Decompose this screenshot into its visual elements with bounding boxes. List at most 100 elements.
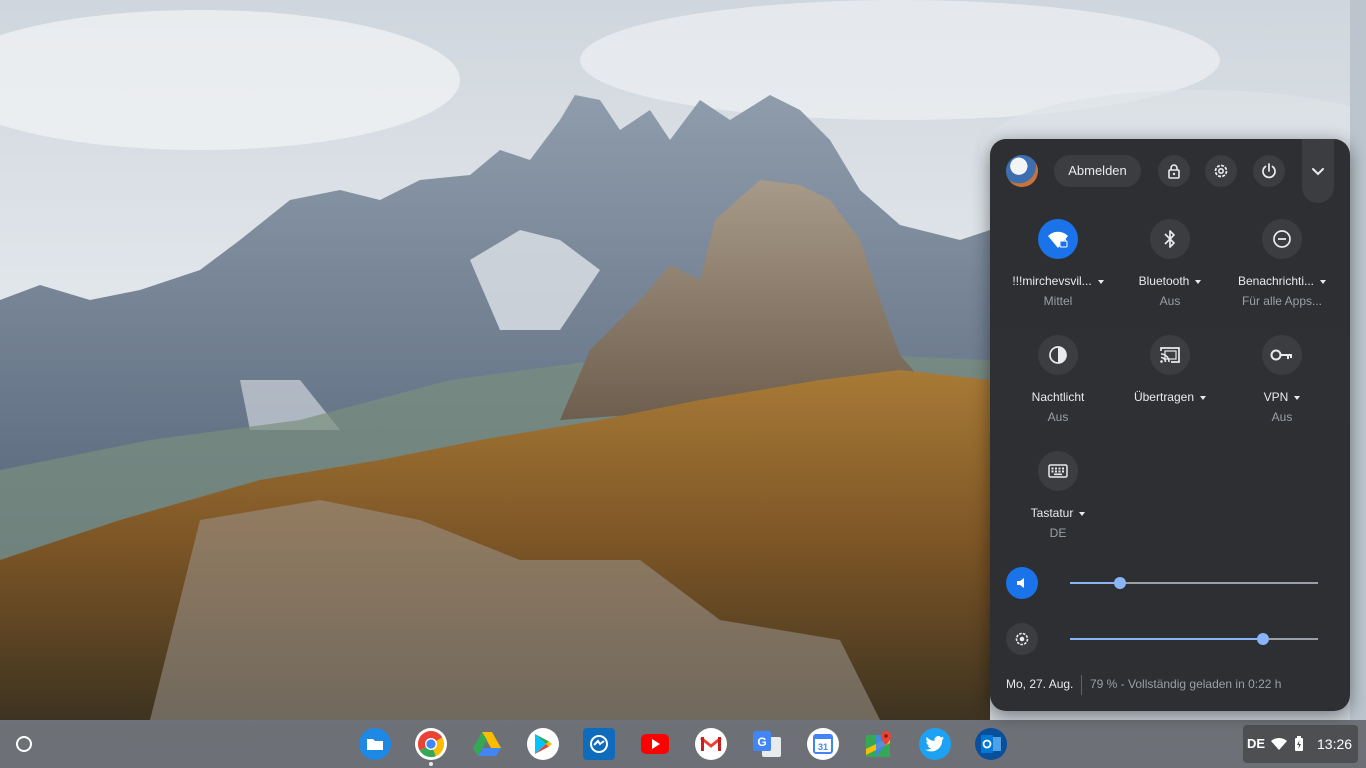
shelf: G 31 DE 13:26: [0, 720, 1366, 768]
mute-button[interactable]: [1006, 567, 1038, 599]
do-not-disturb-icon: [1273, 230, 1291, 248]
collapse-button[interactable]: [1302, 139, 1334, 203]
sign-out-button[interactable]: Abmelden: [1054, 155, 1141, 187]
brightness-icon: [1015, 632, 1029, 646]
gmail-app[interactable]: [695, 728, 727, 760]
brightness-slider[interactable]: [1070, 633, 1318, 645]
youtube-app[interactable]: [639, 728, 671, 760]
brightness-slider-fill: [1070, 638, 1264, 640]
date-label[interactable]: Mo, 27. Aug.: [1006, 677, 1073, 691]
night-light-icon: [1049, 346, 1067, 364]
calendar-app[interactable]: 31: [807, 728, 839, 760]
youtube-icon: [641, 734, 669, 754]
speaker-icon: [1017, 578, 1024, 588]
bluetooth-status: Aus: [1159, 294, 1181, 308]
brightness-slider-thumb[interactable]: [1257, 633, 1270, 645]
cast-icon: [1160, 347, 1180, 363]
caret-down-icon: [1320, 279, 1327, 284]
caret-down-icon: [1079, 511, 1086, 516]
battery-status[interactable]: 79 % - Vollständig geladen in 0:22 h: [1090, 677, 1281, 691]
outlook-icon: [981, 735, 1001, 753]
bluetooth-label[interactable]: Bluetooth: [1114, 273, 1226, 289]
battery-charging-icon: [1294, 736, 1304, 756]
translate-app[interactable]: G: [751, 728, 783, 760]
maps-app[interactable]: [863, 728, 895, 760]
volume-row: [990, 563, 1350, 603]
keyboard-toggle[interactable]: [1038, 451, 1078, 491]
svg-text:G: G: [757, 735, 766, 749]
chevron-down-icon: [1312, 168, 1324, 176]
vpn-key-icon: [1270, 349, 1292, 361]
clock: 13:26: [1317, 736, 1353, 752]
volume-slider-fill: [1070, 582, 1120, 584]
lock-icon: [1168, 164, 1180, 179]
status-area[interactable]: DE 13:26: [1243, 725, 1358, 763]
svg-text:31: 31: [818, 742, 828, 752]
quick-settings-footer: Mo, 27. Aug. 79 % - Vollständig geladen …: [1006, 675, 1334, 695]
vpn-status: Aus: [1271, 410, 1293, 424]
quick-settings-top-row: Abmelden: [990, 139, 1350, 203]
network-toggle[interactable]: [1038, 219, 1078, 259]
quick-settings-panel: Abmelden !!!mirchevsvil... Mittel Blueto…: [990, 139, 1350, 711]
feature-night-light[interactable]: Nachtlicht Aus: [1002, 335, 1114, 435]
outlook-app[interactable]: [975, 728, 1007, 760]
night-light-status: Aus: [1047, 410, 1069, 424]
power-icon: [1262, 163, 1276, 179]
drive-app[interactable]: [471, 728, 503, 760]
calendar-icon: 31: [813, 734, 833, 754]
settings-button[interactable]: [1205, 155, 1237, 187]
drive-icon: [473, 732, 501, 756]
cast-toggle[interactable]: [1150, 335, 1190, 375]
feature-cast[interactable]: Übertragen: [1114, 335, 1226, 435]
twitter-app[interactable]: [919, 728, 951, 760]
footer-divider: [1081, 675, 1082, 695]
keyboard-label[interactable]: Tastatur: [1002, 505, 1114, 521]
bluetooth-toggle[interactable]: [1150, 219, 1190, 259]
gear-icon: [1214, 164, 1228, 178]
feature-network[interactable]: !!!mirchevsvil... Mittel: [1002, 219, 1114, 319]
user-avatar[interactable]: [1006, 155, 1038, 187]
brightness-button: [1006, 623, 1038, 655]
chrome-app[interactable]: [415, 728, 447, 760]
night-light-label[interactable]: Nachtlicht: [1002, 389, 1114, 405]
feature-notifications[interactable]: Benachrichti... Für alle Apps...: [1226, 219, 1338, 319]
folder-icon: [367, 739, 383, 750]
network-label[interactable]: !!!mirchevsvil...: [1002, 273, 1114, 289]
power-button[interactable]: [1253, 155, 1285, 187]
gmail-icon: [700, 736, 722, 751]
wifi-status-icon: [1271, 737, 1287, 755]
maps-icon: [866, 731, 891, 757]
input-method-indicator: DE: [1247, 736, 1266, 751]
volume-slider[interactable]: [1070, 577, 1318, 589]
do-not-disturb-toggle[interactable]: [1262, 219, 1302, 259]
chrome-running-indicator: [429, 762, 433, 766]
feature-bluetooth[interactable]: Bluetooth Aus: [1114, 219, 1226, 319]
feature-vpn[interactable]: VPN Aus: [1226, 335, 1338, 435]
chrome-icon: [417, 730, 445, 758]
night-light-toggle[interactable]: [1038, 335, 1078, 375]
vpn-toggle[interactable]: [1262, 335, 1302, 375]
network-status: Mittel: [1043, 294, 1073, 308]
caret-down-icon: [1195, 279, 1202, 284]
keyboard-layout: DE: [1049, 526, 1067, 540]
twitter-icon: [925, 736, 944, 752]
brightness-row: [990, 619, 1350, 659]
notifications-label[interactable]: Benachrichti...: [1226, 273, 1338, 289]
keyboard-icon: [1048, 464, 1068, 478]
launcher-button[interactable]: [16, 736, 32, 752]
vpn-label[interactable]: VPN: [1226, 389, 1338, 405]
translate-icon: G: [753, 731, 781, 757]
play-store-icon: [535, 734, 552, 754]
cast-label[interactable]: Übertragen: [1114, 389, 1226, 405]
lock-button[interactable]: [1158, 155, 1190, 187]
play-store-app[interactable]: [527, 728, 559, 760]
messenger-app[interactable]: [583, 728, 615, 760]
notifications-status: Für alle Apps...: [1241, 294, 1323, 308]
volume-slider-thumb[interactable]: [1113, 577, 1126, 589]
caret-down-icon: [1097, 279, 1104, 284]
feature-keyboard[interactable]: Tastatur DE: [1002, 451, 1114, 551]
caret-down-icon: [1200, 395, 1207, 400]
files-app[interactable]: [359, 728, 391, 760]
bluetooth-icon: [1164, 230, 1175, 248]
wifi-lock-icon: [1048, 231, 1068, 248]
